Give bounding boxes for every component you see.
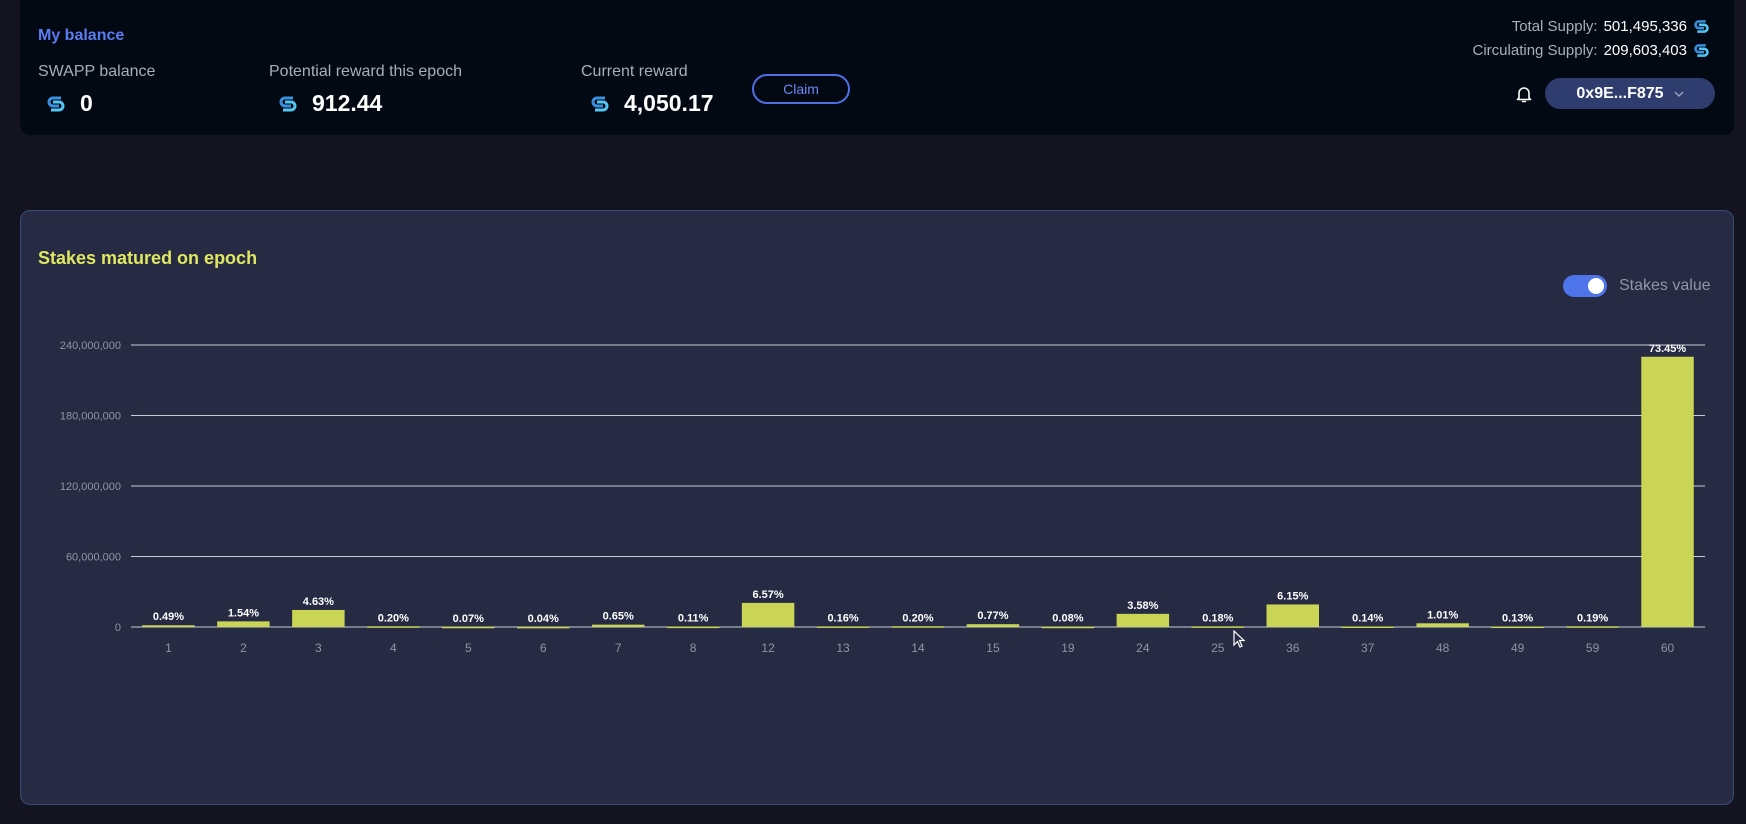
data-label: 1.01% xyxy=(1427,609,1458,621)
data-label: 0.13% xyxy=(1502,613,1533,625)
data-label: 6.15% xyxy=(1277,590,1308,602)
bar xyxy=(367,626,420,628)
data-label: 1.54% xyxy=(228,607,259,619)
x-tick-label: 7 xyxy=(615,641,622,655)
data-label: 0.20% xyxy=(902,612,933,624)
data-label: 0.77% xyxy=(977,610,1008,622)
bar xyxy=(1041,626,1095,629)
y-tick-label: 0 xyxy=(115,622,121,634)
bar xyxy=(1566,626,1619,628)
bar xyxy=(1191,626,1245,628)
x-tick-label: 3 xyxy=(315,641,322,655)
x-tick-label: 12 xyxy=(761,641,775,655)
y-tick-label: 120,000,000 xyxy=(60,481,121,493)
data-label: 0.49% xyxy=(153,611,184,623)
stakes-bar-chart: 0 60,000,000 120,000,000 180,000,000 240,000… xyxy=(60,340,1705,655)
x-tick-label: 8 xyxy=(690,641,697,655)
y-tick-label: 60,000,000 xyxy=(66,552,121,564)
bar xyxy=(741,602,795,627)
data-label: 0.14% xyxy=(1352,612,1383,624)
bar xyxy=(292,609,345,627)
data-label: 0.18% xyxy=(1202,612,1233,624)
data-label: 0.08% xyxy=(1052,613,1083,625)
bar xyxy=(816,626,870,628)
x-tick-label: 13 xyxy=(836,641,850,655)
x-tick-label: 5 xyxy=(465,641,472,655)
x-tick-label: 24 xyxy=(1136,641,1150,655)
bar xyxy=(1341,626,1394,628)
x-tick-label: 15 xyxy=(986,641,1000,655)
data-label: 0.20% xyxy=(378,612,409,624)
data-label: 4.63% xyxy=(303,596,334,608)
data-label: 0.11% xyxy=(678,613,709,625)
bar xyxy=(1641,356,1694,627)
data-label: 0.16% xyxy=(827,612,858,624)
x-tick-label: 2 xyxy=(240,641,247,655)
x-tick-label: 37 xyxy=(1361,641,1375,655)
x-tick-label: 59 xyxy=(1586,641,1600,655)
y-tick-label: 180,000,000 xyxy=(60,411,121,423)
y-tick-label: 240,000,000 xyxy=(60,340,121,352)
bar xyxy=(891,626,945,628)
data-label: 0.19% xyxy=(1577,612,1608,624)
x-tick-label: 25 xyxy=(1211,641,1225,655)
bar xyxy=(142,625,195,627)
x-tick-label: 36 xyxy=(1286,641,1300,655)
data-label: 73.45% xyxy=(1649,343,1687,355)
bar xyxy=(591,624,645,627)
bar xyxy=(1416,623,1469,627)
bar xyxy=(517,626,570,629)
x-tick-label: 60 xyxy=(1661,641,1675,655)
x-tick-label: 4 xyxy=(390,641,397,655)
data-label: 3.58% xyxy=(1127,600,1158,612)
bar xyxy=(442,626,495,629)
x-tick-label: 49 xyxy=(1511,641,1525,655)
data-label: 6.57% xyxy=(752,589,783,601)
bar xyxy=(666,626,720,629)
data-label: 0.04% xyxy=(528,613,559,625)
mouse-cursor-icon xyxy=(1233,630,1246,648)
bar xyxy=(1266,604,1319,627)
bar xyxy=(966,624,1020,627)
bar xyxy=(217,621,270,627)
data-label: 0.65% xyxy=(603,611,634,623)
x-tick-label: 48 xyxy=(1436,641,1450,655)
x-tick-label: 1 xyxy=(165,641,172,655)
x-tick-label: 14 xyxy=(911,641,925,655)
x-tick-label: 6 xyxy=(540,641,547,655)
x-tick-label: 19 xyxy=(1061,641,1075,655)
bar xyxy=(1116,613,1170,627)
bar xyxy=(1491,626,1544,629)
data-label: 0.07% xyxy=(453,613,484,625)
